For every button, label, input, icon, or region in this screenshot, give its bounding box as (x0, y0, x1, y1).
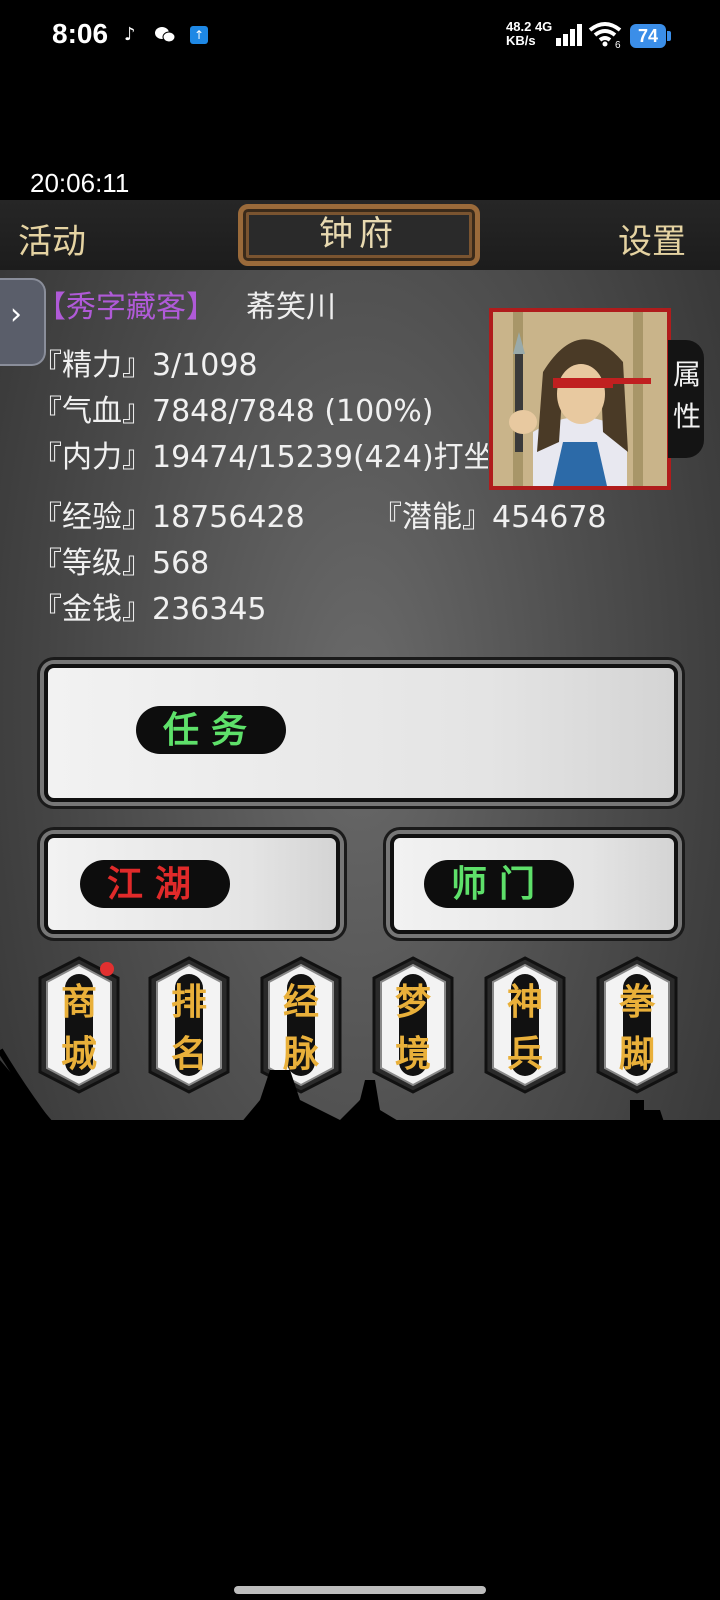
stat-experience: 『经验』18756428 (32, 500, 305, 535)
tab-activity[interactable]: 活动 (18, 214, 86, 263)
stat-health: 『气血』7848/7848 (100%) (32, 394, 434, 429)
attributes-button[interactable]: 属性 (668, 340, 704, 458)
svg-text:6: 6 (615, 40, 621, 48)
stat-energy: 『精力』3/1098 (32, 348, 258, 383)
home-indicator[interactable] (234, 1586, 486, 1594)
tab-settings[interactable]: 设置 (618, 214, 686, 263)
stat-level: 『等级』568 (32, 546, 210, 581)
game-clock: 20:06:11 (30, 168, 130, 198)
jianghu-button[interactable]: 江湖 (80, 860, 230, 908)
wechat-icon (155, 27, 176, 43)
player-name: 莃笑川 (246, 290, 336, 325)
rooftop-silhouette (0, 1048, 720, 1460)
tiktok-icon: ♪ (124, 24, 136, 45)
wifi-icon: 6 (588, 22, 622, 48)
tab-location-label: 钟府 (319, 214, 399, 254)
player-rank: 【秀字藏客】 (36, 290, 216, 325)
stat-potential: 『潜能』454678 (372, 500, 607, 535)
player-title-row: 【秀字藏客】 莃笑川 (36, 282, 336, 326)
top-tab-bar: 活动 钟府 设置 (0, 200, 720, 270)
shop-notification-badge (100, 962, 114, 976)
app-notification-icon: ↑ (190, 26, 208, 44)
status-bar: 8:06 ♪ ↑ 48.2 4G KB/s 6 74 (0, 0, 720, 72)
stat-inner-power: 『内力』19474/15239(424)打坐 (32, 440, 488, 475)
chevron-right-icon: › (10, 297, 22, 332)
signal-icon (556, 24, 582, 46)
player-avatar[interactable] (489, 308, 671, 490)
jianghu-panel[interactable]: 江湖 (44, 834, 340, 934)
task-panel[interactable]: 任务 (44, 664, 678, 802)
attributes-label: 属性 (672, 358, 701, 433)
shimen-button[interactable]: 师门 (424, 860, 574, 908)
status-time: 8:06 (52, 18, 109, 49)
network-speed: 48.2 4G KB/s (506, 19, 553, 48)
shimen-panel[interactable]: 师门 (390, 834, 678, 934)
battery-tip (667, 31, 671, 41)
task-button[interactable]: 任务 (136, 706, 286, 754)
avatar-portrait (493, 312, 667, 486)
tab-location[interactable]: 钟府 (238, 204, 480, 266)
stat-money: 『金钱』236345 (32, 592, 267, 627)
battery-indicator: 74 (630, 24, 666, 48)
